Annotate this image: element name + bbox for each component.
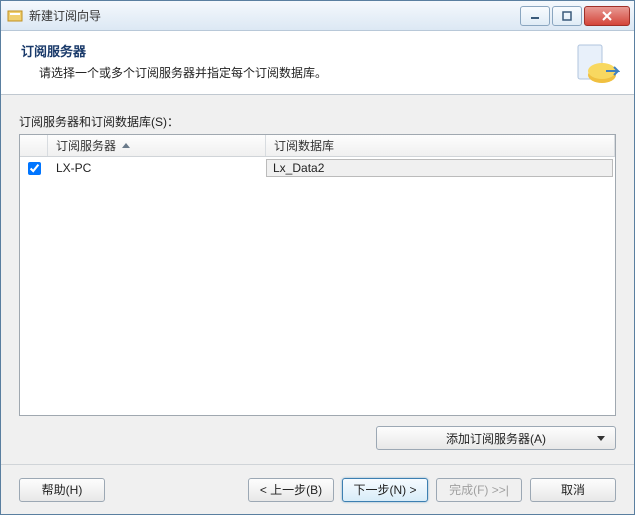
table-row: LX-PC Lx_Data2	[20, 157, 615, 179]
section-label: 订阅服务器和订阅数据库(S)：	[19, 113, 616, 130]
window-title: 新建订阅向导	[29, 7, 518, 24]
sort-ascending-icon	[122, 143, 130, 148]
add-subscriber-button[interactable]: 添加订阅服务器(A)	[376, 426, 616, 450]
app-icon	[7, 8, 23, 24]
chevron-down-icon	[597, 436, 605, 441]
wizard-icon	[572, 41, 620, 89]
column-server[interactable]: 订阅服务器	[48, 135, 266, 156]
cell-database-value: Lx_Data2	[273, 161, 324, 175]
cell-server[interactable]: LX-PC	[48, 161, 266, 175]
maximize-button[interactable]	[552, 6, 582, 26]
titlebar[interactable]: 新建订阅向导	[1, 1, 634, 31]
cell-database-dropdown[interactable]: Lx_Data2	[266, 159, 613, 177]
column-database-label: 订阅数据库	[274, 137, 334, 154]
column-database[interactable]: 订阅数据库	[266, 135, 615, 156]
page-title: 订阅服务器	[21, 41, 572, 60]
content-area: 订阅服务器和订阅数据库(S)： 订阅服务器 订阅数据库 LX-PC	[1, 95, 634, 464]
page-subtitle: 请选择一个或多个订阅服务器并指定每个订阅数据库。	[39, 64, 572, 81]
row-checkbox[interactable]	[28, 162, 41, 175]
column-server-label: 订阅服务器	[56, 137, 116, 154]
next-button[interactable]: 下一步(N) >	[342, 478, 428, 502]
subscribers-table: 订阅服务器 订阅数据库 LX-PC Lx_Data2	[19, 134, 616, 416]
minimize-button[interactable]	[520, 6, 550, 26]
wizard-window: 新建订阅向导 订阅服务器 请选择一个或多个订阅服务器并指定每个订阅数据库。	[0, 0, 635, 515]
close-button[interactable]	[584, 6, 630, 26]
wizard-header: 订阅服务器 请选择一个或多个订阅服务器并指定每个订阅数据库。	[1, 31, 634, 95]
table-header: 订阅服务器 订阅数据库	[20, 135, 615, 157]
add-subscriber-label: 添加订阅服务器(A)	[446, 430, 546, 447]
column-check	[20, 135, 48, 156]
help-button[interactable]: 帮助(H)	[19, 478, 105, 502]
cancel-button[interactable]: 取消	[530, 478, 616, 502]
back-button[interactable]: < 上一步(B)	[248, 478, 334, 502]
table-body: LX-PC Lx_Data2	[20, 157, 615, 415]
window-controls	[518, 6, 630, 26]
wizard-footer: 帮助(H) < 上一步(B) 下一步(N) > 完成(F) >>| 取消	[1, 464, 634, 514]
finish-button: 完成(F) >>|	[436, 478, 522, 502]
